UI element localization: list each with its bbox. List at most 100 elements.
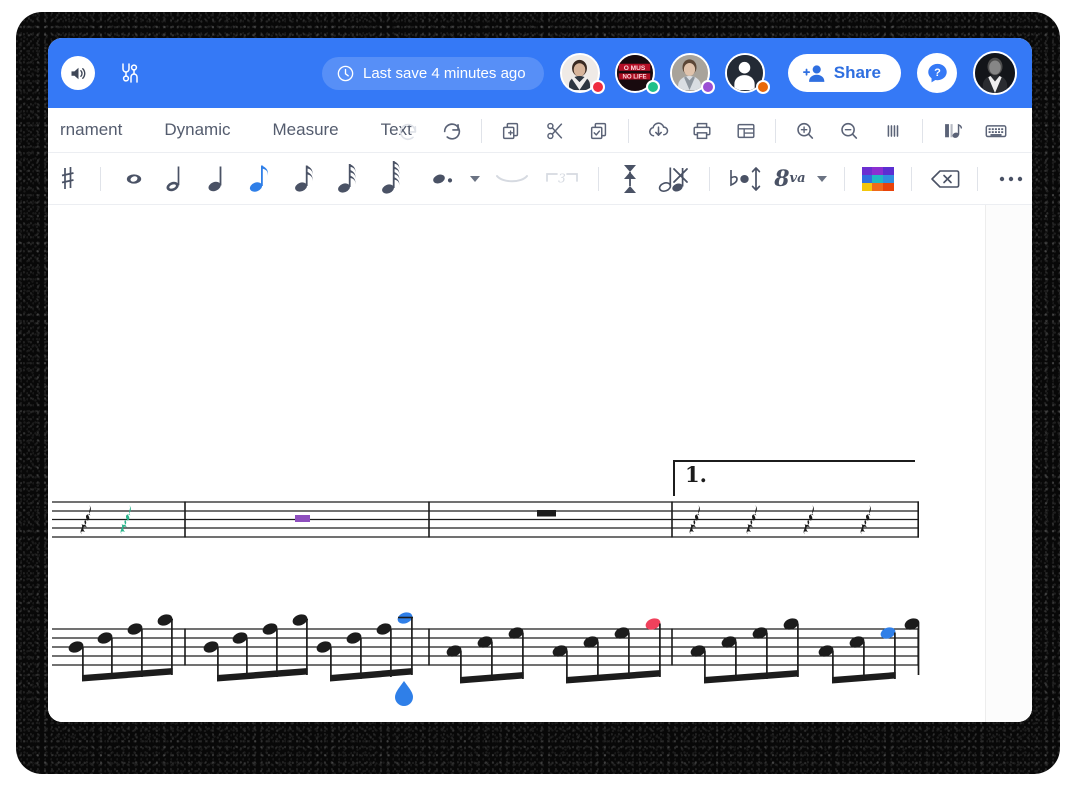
quarter-note-button[interactable] (196, 153, 238, 205)
note-cut-button[interactable] (650, 153, 699, 205)
sixteenth-note-button[interactable] (283, 153, 326, 205)
download-button[interactable] (636, 108, 680, 153)
measure-7-beamed-group[interactable] (445, 616, 662, 684)
avatar-collaborator-4[interactable] (724, 51, 770, 96)
zoom-out-button[interactable] (827, 108, 871, 153)
screenshot-root: Last save 4 minutes ago O MUS NO LIFE Sh… (0, 0, 1076, 786)
tuning-fork-icon (122, 63, 138, 83)
menu-dynamic[interactable]: Dynamic (143, 120, 251, 140)
ottava-label-8: 8 (774, 165, 790, 192)
share-button[interactable]: Share (787, 54, 901, 92)
rest-button[interactable] (609, 153, 651, 205)
half-note-button[interactable] (154, 153, 196, 205)
chevron-down-icon (469, 175, 480, 182)
delete-button[interactable] (924, 153, 966, 205)
current-user-avatar[interactable] (973, 51, 1017, 95)
tuplet-icon: 3 (546, 171, 579, 185)
barlines-icon (887, 124, 899, 137)
zoom-out-icon (841, 122, 858, 139)
blue-cursor-teardrop[interactable] (395, 681, 413, 706)
undo-button[interactable] (386, 108, 430, 153)
add-page-button[interactable] (489, 108, 533, 153)
color-palette-button[interactable] (857, 153, 899, 205)
avatar-collaborator-1[interactable] (559, 51, 605, 96)
presence-dot (590, 79, 605, 94)
layout-icon (737, 123, 755, 138)
question-mark-icon: ? (927, 63, 947, 82)
rest-icon (623, 164, 636, 193)
eighth-note-button[interactable] (238, 153, 283, 205)
keyboard-icon (985, 124, 1007, 137)
volta-bracket[interactable]: 1. (673, 460, 915, 496)
metronome-note-button[interactable] (930, 108, 974, 153)
avatar-collaborator-2[interactable]: O MUS NO LIFE (614, 51, 660, 96)
system-1[interactable]: 1. (52, 460, 919, 538)
measure-8-beamed-group[interactable] (689, 616, 921, 684)
undo-icon (399, 123, 417, 140)
ottava-dropdown[interactable] (811, 153, 833, 205)
menubar: rnament Dynamic Measure Text (48, 108, 1032, 153)
whole-note-button[interactable] (113, 153, 155, 205)
svg-text:O MUS: O MUS (624, 64, 646, 71)
ottava-button[interactable]: 8 va (769, 153, 811, 205)
score-page[interactable]: 1. (48, 205, 985, 722)
sixteenth-note-icon (294, 165, 313, 192)
tie-slur-button[interactable] (486, 153, 537, 205)
zoom-in-icon (797, 122, 814, 139)
tie-slur-icon (495, 174, 528, 182)
paste-button[interactable] (577, 108, 621, 153)
dotted-note-dropdown[interactable] (463, 153, 487, 205)
toolbar-divider-4 (922, 118, 923, 143)
dotted-note-button[interactable] (423, 153, 463, 205)
presence-dot (700, 79, 715, 94)
measure-6-beamed-group[interactable] (202, 610, 414, 706)
layout-button[interactable] (724, 108, 768, 153)
print-icon (693, 122, 711, 139)
sixty-fourth-note-button[interactable] (370, 153, 415, 205)
cut-button[interactable] (533, 108, 577, 153)
barlines-button[interactable] (871, 108, 915, 153)
sharp-accidental-button[interactable] (48, 153, 88, 205)
score-canvas[interactable]: 1. (48, 205, 1032, 722)
more-options-button[interactable] (990, 153, 1032, 205)
whole-note-icon (126, 173, 141, 184)
purple-selection-mark[interactable] (295, 515, 310, 522)
toolbar-divider-1 (481, 118, 482, 143)
note-divider-a (99, 166, 101, 191)
titlebar: Last save 4 minutes ago O MUS NO LIFE Sh… (48, 38, 1032, 108)
presence-dot (755, 79, 770, 94)
last-save-text: Last save 4 minutes ago (363, 65, 526, 82)
page-right-margin (985, 205, 1032, 722)
thirty-second-note-icon (338, 163, 356, 193)
print-button[interactable] (680, 108, 724, 153)
keyboard-button[interactable] (974, 108, 1018, 153)
tuning-fork-button[interactable] (118, 60, 142, 86)
note-divider-e (910, 166, 912, 191)
menu-items: rnament Dynamic Measure Text (48, 120, 433, 140)
sharp-accidental-icon (61, 166, 74, 189)
whole-measure-rest[interactable] (537, 510, 556, 517)
avatar-collaborator-3[interactable] (669, 51, 715, 96)
tuplet-button[interactable]: 3 (537, 153, 588, 205)
delete-backspace-icon (930, 169, 960, 188)
note-cut-icon (658, 167, 688, 192)
volume-button[interactable] (61, 56, 95, 90)
download-cloud-icon (648, 122, 668, 137)
note-divider-f (977, 166, 979, 191)
speaker-icon (71, 67, 85, 79)
eighth-note-icon (250, 165, 269, 192)
app-window: Last save 4 minutes ago O MUS NO LIFE Sh… (48, 38, 1032, 722)
menu-measure[interactable]: Measure (252, 120, 360, 140)
system-2[interactable] (52, 610, 921, 706)
volta-label: 1. (685, 462, 707, 487)
zoom-in-button[interactable] (783, 108, 827, 153)
add-person-icon (802, 65, 825, 82)
redo-button[interactable] (430, 108, 474, 153)
menu-ornament[interactable]: rnament (48, 120, 143, 140)
avatar-photo-icon (975, 53, 1015, 93)
add-page-icon (502, 122, 519, 139)
transpose-button[interactable] (720, 153, 769, 205)
thirty-second-note-button[interactable] (326, 153, 369, 205)
quarter-note-icon (208, 166, 222, 191)
help-button[interactable]: ? (917, 53, 957, 93)
